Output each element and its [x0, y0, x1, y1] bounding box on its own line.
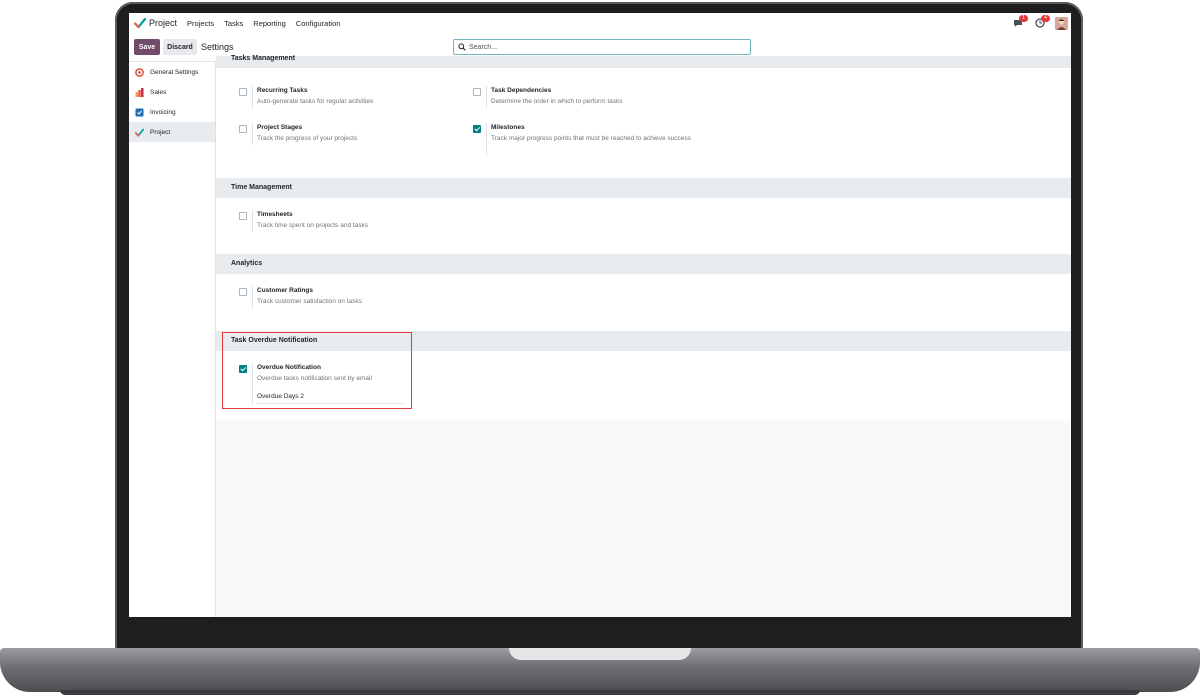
sidebar-item-sales[interactable]: Sales	[129, 82, 215, 102]
settings-content: Tasks Management Recurring Tasks Auto-ge…	[216, 55, 1071, 420]
setting-description: Determine the order in which to perform …	[491, 98, 623, 105]
sidebar-item-label: Project	[150, 128, 171, 136]
search-icon	[458, 43, 466, 51]
sidebar-item-general-settings[interactable]: General Settings	[129, 62, 215, 82]
setting-title: Task Dependencies	[491, 87, 552, 94]
divider	[252, 86, 253, 108]
overdue-days-field[interactable]: Overdue Days 2	[257, 393, 403, 404]
clock-icon[interactable]: 4	[1033, 15, 1050, 30]
setting-description: Overdue tasks notification sent by email	[257, 375, 372, 382]
laptop-notch	[509, 648, 691, 660]
setting-description: Track customer satisfaction on tasks	[257, 298, 362, 305]
menu-reporting[interactable]: Reporting	[253, 19, 286, 28]
milestones-checkbox[interactable]	[473, 125, 481, 133]
top-navbar: Project Projects Tasks Reporting Configu…	[129, 13, 1071, 33]
section-title: Analytics	[231, 260, 263, 267]
search-input[interactable]	[466, 41, 742, 53]
section-title: Task Overdue Notification	[231, 337, 318, 344]
messages-badge: 1	[1019, 15, 1028, 22]
divider	[252, 210, 253, 232]
sidebar-item-label: Invoicing	[150, 108, 176, 116]
section-time-management: Time Management	[216, 178, 1071, 198]
general-settings-icon	[135, 67, 144, 77]
setting-description: Track major progress points that must be…	[491, 135, 691, 142]
divider	[486, 86, 487, 108]
setting-description: Track the progress of your projects	[257, 135, 358, 142]
divider	[252, 363, 253, 405]
setting-description: Track time spent on projects and tasks	[257, 222, 369, 229]
sidebar-item-project[interactable]: Project	[129, 122, 215, 142]
chat-icon[interactable]: 1	[1011, 15, 1028, 30]
recurring-tasks-checkbox[interactable]	[239, 88, 247, 96]
divider	[252, 286, 253, 308]
section-title: Tasks Management	[231, 55, 296, 62]
timesheets-checkbox[interactable]	[239, 212, 247, 220]
section-tasks-management: Tasks Management	[216, 55, 1071, 68]
section-title: Time Management	[231, 184, 292, 191]
discard-button[interactable]: Discard	[163, 39, 197, 55]
screen: Project Projects Tasks Reporting Configu…	[129, 13, 1071, 617]
app-name[interactable]: Project	[149, 18, 177, 28]
search-box[interactable]	[453, 39, 751, 55]
project-stages-checkbox[interactable]	[239, 125, 247, 133]
divider	[486, 123, 487, 155]
invoicing-icon	[135, 108, 144, 117]
sidebar-item-label: Sales	[150, 88, 167, 96]
project-icon	[135, 128, 144, 137]
setting-title: Milestones	[491, 124, 525, 131]
avatar[interactable]	[1055, 16, 1068, 30]
systray: 1 4	[1011, 13, 1071, 33]
setting-description: Auto-generate tasks for regular activiti…	[257, 98, 374, 105]
laptop-foot	[60, 690, 1140, 695]
activities-badge: 4	[1041, 15, 1050, 22]
sidebar-item-invoicing[interactable]: Invoicing	[129, 102, 215, 122]
menu-configuration[interactable]: Configuration	[296, 19, 341, 28]
customer-ratings-checkbox[interactable]	[239, 288, 247, 296]
project-check-icon[interactable]	[134, 17, 146, 29]
settings-sidebar: General Settings Sales Invoicing Project	[129, 62, 216, 617]
sidebar-item-label: General Settings	[150, 68, 199, 76]
overdue-notification-checkbox[interactable]	[239, 365, 247, 373]
page-title: Settings	[201, 42, 234, 52]
task-dependencies-checkbox[interactable]	[473, 88, 481, 96]
section-task-overdue-notification: Task Overdue Notification	[216, 331, 1071, 351]
save-button[interactable]: Save	[134, 39, 160, 55]
divider	[252, 123, 253, 145]
menu-projects[interactable]: Projects	[187, 19, 214, 28]
menu-tasks[interactable]: Tasks	[224, 19, 243, 28]
setting-title: Timesheets	[257, 211, 293, 218]
setting-title: Customer Ratings	[257, 287, 313, 294]
section-analytics: Analytics	[216, 254, 1071, 274]
setting-title: Project Stages	[257, 124, 303, 131]
setting-title: Recurring Tasks	[257, 87, 308, 94]
sales-icon	[135, 87, 144, 97]
setting-title: Overdue Notification	[257, 364, 321, 371]
